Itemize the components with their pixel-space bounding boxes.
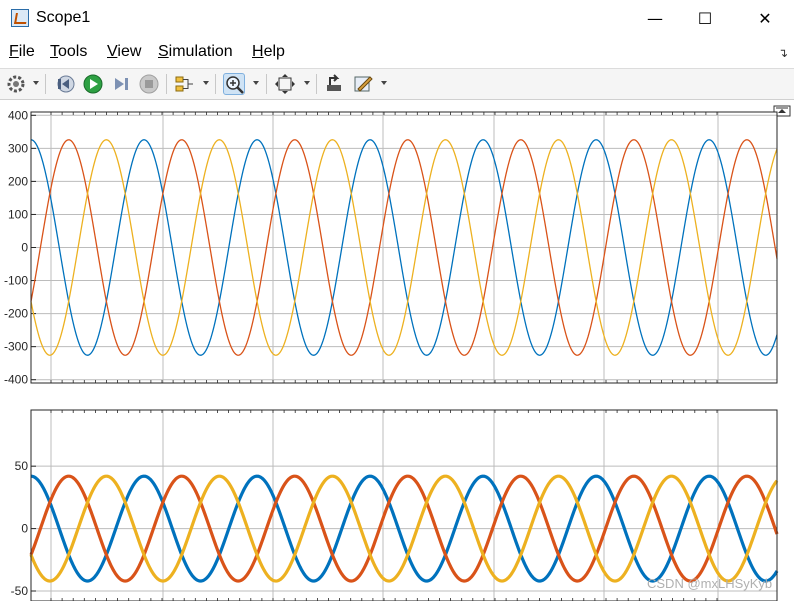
toolbar (0, 68, 794, 100)
menu-file[interactable]: File (9, 43, 35, 61)
style-icon[interactable] (352, 73, 374, 95)
menu-bar: File Tools View Simulation Help ↴ (0, 38, 794, 68)
highlight-simulink-block-icon[interactable] (323, 73, 345, 95)
y-tick-label: 0 (21, 241, 28, 255)
maximize-button[interactable]: ☐ (682, 0, 728, 38)
y-tick-label: 0 (21, 522, 28, 536)
toolbar-separator (215, 74, 216, 94)
zoom-dropdown-icon[interactable] (253, 81, 259, 85)
signal-selector-icon[interactable] (173, 73, 195, 95)
axes-top[interactable]: 400 300 200 100 0 -100 -200 -300 -400 (4, 108, 778, 387)
settings-gear-icon[interactable] (5, 73, 27, 95)
menu-view[interactable]: View (107, 43, 141, 61)
window-title: Scope1 (36, 9, 91, 26)
toolbar-separator (316, 74, 317, 94)
scope-display-area: 400 300 200 100 0 -100 -200 -300 -400 50 0 -50 CSD… (0, 101, 794, 601)
y-tick-label: -200 (4, 307, 28, 321)
toolbar-separator (166, 74, 167, 94)
run-icon[interactable] (82, 73, 104, 95)
y-tick-label: 400 (8, 108, 28, 122)
y-tick-label: 200 (8, 174, 28, 188)
settings-dropdown-icon[interactable] (33, 81, 39, 85)
stop-icon[interactable] (138, 73, 160, 95)
close-button[interactable]: ✕ (742, 0, 788, 38)
y-tick-label: -100 (4, 274, 28, 288)
zoom-in-icon[interactable] (223, 73, 245, 95)
menu-simulation[interactable]: Simulation (158, 43, 233, 61)
style-dropdown-icon[interactable] (381, 81, 387, 85)
toolbar-separator (45, 74, 46, 94)
title-bar: Scope1 — ☐ ✕ (0, 0, 794, 38)
matlab-scope-icon (11, 9, 29, 27)
autoscale-dropdown-icon[interactable] (304, 81, 310, 85)
y-tick-label: -400 (4, 373, 28, 387)
menu-tools[interactable]: Tools (50, 43, 87, 61)
axes-bottom[interactable]: 50 0 -50 (11, 409, 779, 601)
step-back-icon[interactable] (54, 73, 76, 95)
watermark-text: CSDN @mxLHSyKyb (647, 576, 772, 591)
minimize-button[interactable]: — (632, 0, 678, 38)
y-tick-label: 100 (8, 207, 28, 221)
y-tick-label: 300 (8, 141, 28, 155)
y-tick-label: -50 (11, 584, 29, 598)
scope-plots[interactable]: 400 300 200 100 0 -100 -200 -300 -400 50 0 -50 CSD… (0, 101, 794, 601)
y-tick-label: -300 (4, 340, 28, 354)
toolbar-separator (266, 74, 267, 94)
menu-help[interactable]: Help (252, 43, 285, 61)
dock-arrow-icon[interactable]: ↴ (778, 46, 788, 60)
autoscale-icon[interactable] (274, 73, 296, 95)
axes-background (31, 410, 777, 601)
y-tick-label: 50 (15, 459, 29, 473)
signal-dropdown-icon[interactable] (203, 81, 209, 85)
step-forward-icon[interactable] (110, 73, 132, 95)
